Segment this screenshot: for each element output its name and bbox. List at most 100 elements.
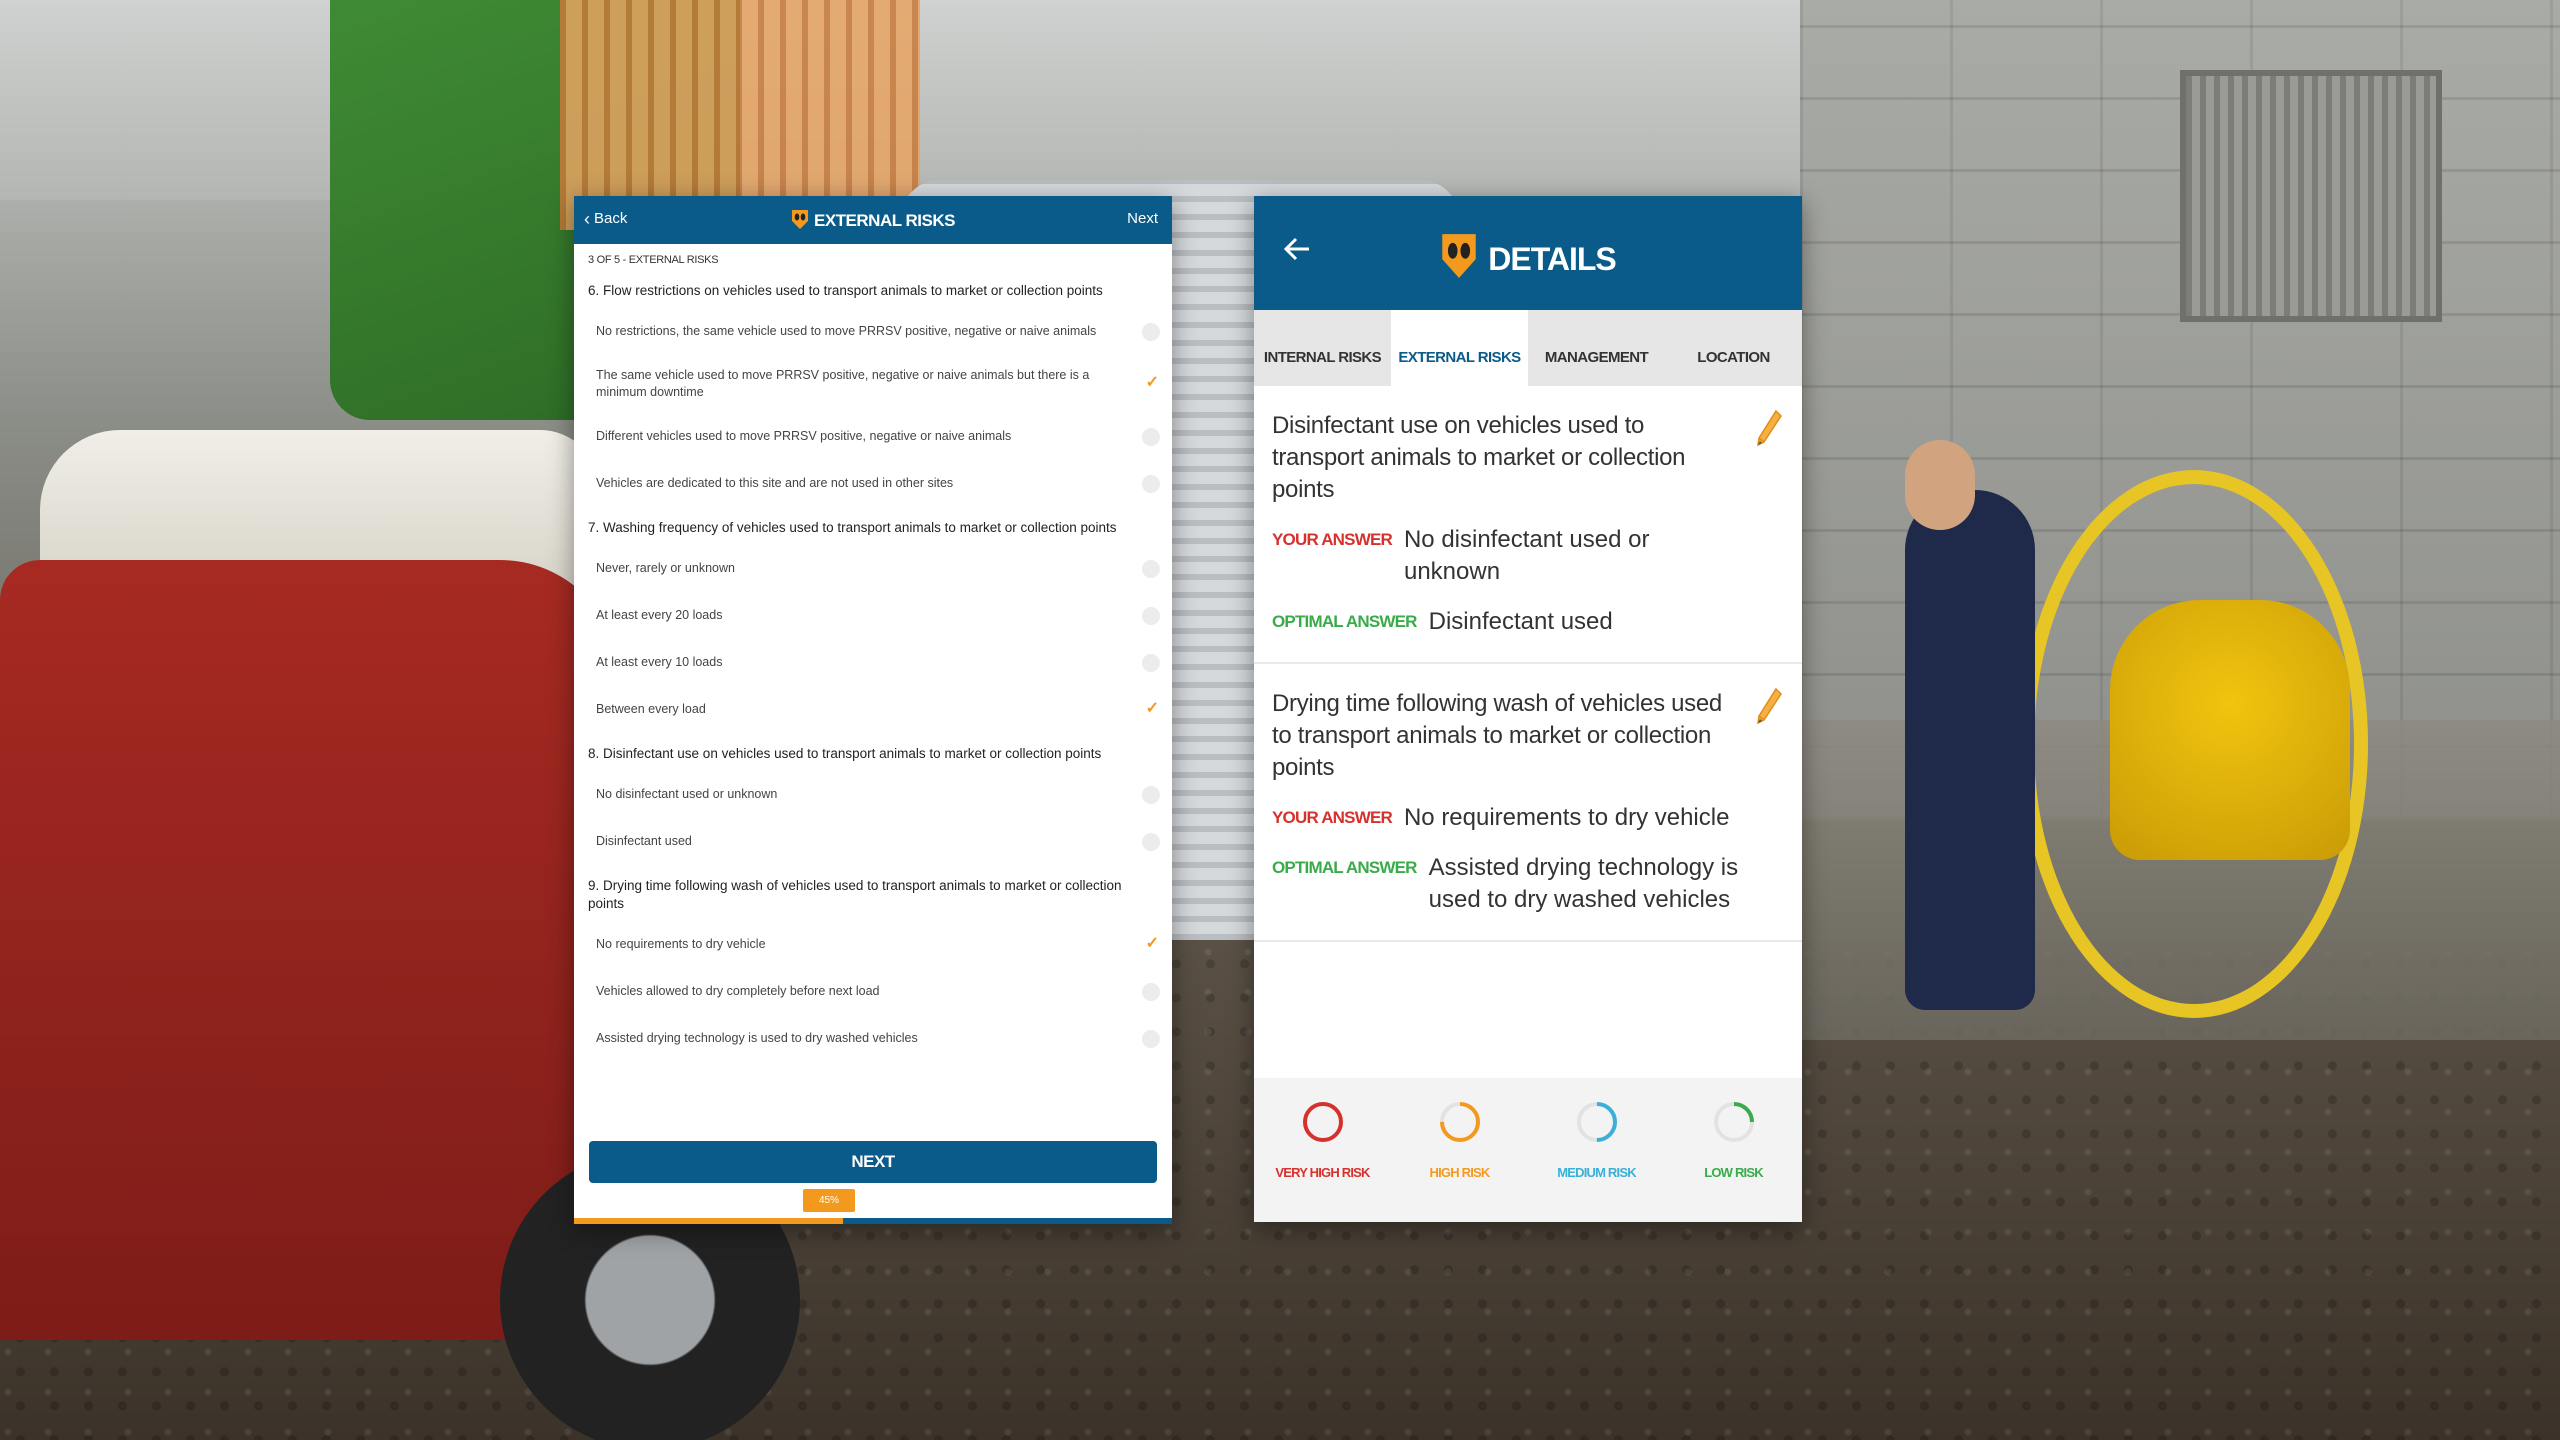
edit-pencil-icon[interactable] [1754, 686, 1784, 726]
progress-bar-fill [574, 1218, 844, 1224]
risk-legend-label: MEDIUM RISK [1557, 1165, 1636, 1180]
section-progress-label: 3 OF 5 - EXTERNAL RISKS [588, 254, 719, 266]
answer-option-label: No requirements to dry vehicle [596, 937, 766, 951]
optimal-answer-value: Assisted drying technology is used to dr… [1428, 854, 1739, 913]
background-vent [2180, 70, 2442, 322]
your-answer-row: YOUR ANSWER No disinfectant used or unkno… [1272, 524, 1742, 588]
answer-option-label: At least every 10 loads [596, 655, 723, 669]
details-title: DETAILS [1254, 232, 1802, 286]
optimal-answer-label: OPTIMAL ANSWER [1272, 612, 1417, 631]
question-block: 6. Flow restrictions on vehicles used to… [574, 270, 1172, 507]
answer-option[interactable]: Vehicles allowed to dry completely befor… [574, 968, 1172, 1015]
optimal-answer-value: Disinfectant used [1428, 608, 1613, 635]
answer-card: Disinfectant use on vehicles used to tra… [1254, 386, 1802, 664]
card-question: Drying time following wash of vehicles u… [1272, 690, 1722, 781]
radio-circle-icon [1142, 474, 1160, 493]
question-title: 7. Washing frequency of vehicles used to… [588, 520, 1117, 535]
your-answer-label: YOUR ANSWER [1272, 808, 1393, 827]
tab-location[interactable]: LOCATION [1665, 310, 1802, 386]
radio-circle-icon [1142, 322, 1160, 341]
radio-circle-icon [1142, 785, 1160, 804]
risk-ring-icon [1576, 1102, 1617, 1142]
next-link[interactable]: Next [1127, 210, 1158, 227]
optimal-answer-label: OPTIMAL ANSWER [1272, 858, 1417, 877]
progress-bar [574, 1218, 1172, 1224]
radio-circle-icon [1142, 653, 1160, 672]
answer-option[interactable]: Assisted drying technology is used to dr… [574, 1015, 1172, 1062]
radio-circle-icon [1142, 606, 1160, 625]
answer-option-label: Different vehicles used to move PRRSV po… [596, 429, 1012, 443]
answer-option[interactable]: Never, rarely or unknown [574, 545, 1172, 592]
tab-management[interactable]: MANAGEMENT [1528, 310, 1665, 386]
checkmark-icon: ✓ [1145, 934, 1159, 952]
question-title: 6. Flow restrictions on vehicles used to… [588, 283, 1103, 298]
answer-option-label: Disinfectant used [596, 834, 692, 848]
risk-legend-item: HIGH RISK [1391, 1078, 1528, 1222]
details-header: DETAILS [1254, 196, 1802, 310]
answer-option[interactable]: Different vehicles used to move PRRSV po… [574, 413, 1172, 460]
tab-external-risks[interactable]: EXTERNAL RISKS [1391, 310, 1528, 386]
answer-option[interactable]: No disinfectant used or unknown [574, 771, 1172, 818]
optimal-answer-row: OPTIMAL ANSWER Disinfectant used [1272, 606, 1742, 638]
question-block: 8. Disinfectant use on vehicles used to … [574, 733, 1172, 865]
your-answer-value: No disinfectant used or unknown [1403, 526, 1650, 585]
answer-option-label: At least every 20 loads [596, 608, 723, 622]
risk-legend-item: VERY HIGH RISK [1254, 1078, 1391, 1222]
answer-option[interactable]: No requirements to dry vehicle ✓ [574, 921, 1172, 968]
radio-circle-icon [1142, 1029, 1160, 1048]
answer-option-label: Never, rarely or unknown [596, 561, 735, 575]
risk-ring-icon [1713, 1102, 1754, 1142]
answer-option[interactable]: Disinfectant used [574, 818, 1172, 865]
questionnaire-screen: ‹ Back EXTERNAL RISKS Next 3 OF 5 - EXTE… [574, 196, 1172, 1224]
risk-ring-icon [1439, 1102, 1480, 1142]
risk-legend-item: MEDIUM RISK [1528, 1078, 1665, 1222]
app-logo-icon [791, 209, 809, 234]
background-figure [1905, 490, 2035, 1010]
your-answer-value: No requirements to dry vehicle [1403, 804, 1730, 831]
question-list: 6. Flow restrictions on vehicles used to… [574, 270, 1172, 1062]
page-title: EXTERNAL RISKS [574, 209, 1172, 234]
background-figure-head [1905, 440, 1975, 530]
questionnaire-header: ‹ Back EXTERNAL RISKS Next [574, 196, 1172, 244]
radio-circle-icon [1142, 559, 1160, 578]
your-answer-row: YOUR ANSWER No requirements to dry vehicl… [1272, 802, 1742, 834]
risk-legend: VERY HIGH RISK HIGH RISK MEDIUM RISK LOW RI… [1254, 1078, 1802, 1222]
tab-internal-risks[interactable]: INTERNAL RISKS [1254, 310, 1391, 386]
risk-legend-label: LOW RISK [1704, 1165, 1763, 1180]
edit-pencil-icon[interactable] [1754, 408, 1784, 448]
question-block: 7. Washing frequency of vehicles used to… [574, 507, 1172, 733]
answer-option-label: The same vehicle used to move PRRSV posi… [596, 368, 1090, 399]
checkmark-icon: ✓ [1145, 699, 1159, 717]
answer-option-label: Assisted drying technology is used to dr… [596, 1031, 918, 1045]
answer-option[interactable]: No restrictions, the same vehicle used t… [574, 308, 1172, 355]
answer-option[interactable]: At least every 20 loads [574, 592, 1172, 639]
optimal-answer-row: OPTIMAL ANSWER Assisted drying technology… [1272, 852, 1742, 916]
risk-legend-label: HIGH RISK [1429, 1165, 1491, 1180]
answer-option[interactable]: Vehicles are dedicated to this site and … [574, 460, 1172, 507]
question-title: 8. Disinfectant use on vehicles used to … [588, 746, 1102, 761]
answer-option-label: Vehicles allowed to dry completely befor… [596, 984, 880, 998]
page-title-text: EXTERNAL RISKS [814, 211, 956, 230]
background-pressure-washer [2110, 600, 2350, 860]
question-title: 9. Drying time following wash of vehicle… [588, 878, 1122, 911]
answer-option-label: No disinfectant used or unknown [596, 787, 778, 801]
answer-option-label: Vehicles are dedicated to this site and … [596, 476, 954, 490]
answer-option-label: Between every load [596, 702, 706, 716]
radio-circle-icon [1142, 427, 1160, 446]
next-button[interactable]: NEXT [589, 1141, 1157, 1183]
answer-option[interactable]: The same vehicle used to move PRRSV posi… [574, 355, 1172, 413]
details-title-text: DETAILS [1488, 241, 1617, 277]
app-logo-icon [1440, 232, 1478, 286]
card-question: Disinfectant use on vehicles used to tra… [1272, 412, 1686, 503]
answer-option[interactable]: Between every load ✓ [574, 686, 1172, 733]
answer-option[interactable]: At least every 10 loads [574, 639, 1172, 686]
your-answer-label: YOUR ANSWER [1272, 530, 1393, 549]
answer-option-label: No restrictions, the same vehicle used t… [596, 324, 1097, 338]
answer-cards: Disinfectant use on vehicles used to tra… [1254, 386, 1802, 942]
risk-legend-label: VERY HIGH RISK [1275, 1165, 1370, 1180]
category-tabs: INTERNAL RISKS EXTERNAL RISKS MANAGEMENT LO… [1254, 310, 1802, 386]
radio-circle-icon [1142, 832, 1160, 851]
question-block: 9. Drying time following wash of vehicle… [574, 865, 1172, 1062]
risk-legend-item: LOW RISK [1665, 1078, 1802, 1222]
answer-card: Drying time following wash of vehicles u… [1254, 664, 1802, 942]
